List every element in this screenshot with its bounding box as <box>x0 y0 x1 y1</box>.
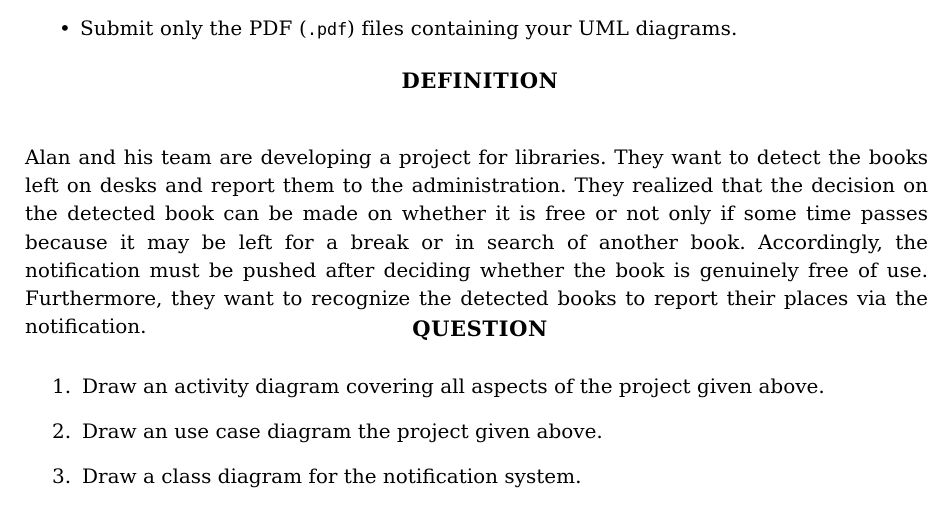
document-page: • Submit only the PDF (.pdf) files conta… <box>0 0 951 511</box>
list-item: • Submit only the PDF (.pdf) files conta… <box>0 14 951 44</box>
list-item-label: Draw an activity diagram covering all as… <box>82 374 825 398</box>
list-item-marker: 3. <box>52 464 72 488</box>
list-item: 2. Draw an use case diagram the project … <box>0 417 951 445</box>
list-item: 3. Draw a class diagram for the notifica… <box>0 462 951 490</box>
pdf-extension-code: .pdf <box>306 20 347 40</box>
submission-bullet-list: • Submit only the PDF (.pdf) files conta… <box>0 14 951 44</box>
section-heading-definition: DEFINITION <box>401 68 559 93</box>
list-item-marker: 2. <box>52 419 72 443</box>
list-item-label: Draw an use case diagram the project giv… <box>82 419 603 443</box>
question-numbered-list: 1. Draw an activity diagram covering all… <box>0 372 951 490</box>
list-item-label: Draw a class diagram for the notificatio… <box>82 464 582 488</box>
definition-paragraph: Alan and his team are developing a proje… <box>25 145 928 339</box>
bullet-point-icon: • <box>59 16 71 40</box>
submission-note-text-before: Submit only the PDF ( <box>80 16 307 40</box>
list-item: 1. Draw an activity diagram covering all… <box>0 372 951 400</box>
submission-note-text-after: ) files containing your UML diagrams. <box>347 16 738 40</box>
list-item-marker: 1. <box>52 374 72 398</box>
section-heading-question: QUESTION <box>412 316 548 341</box>
